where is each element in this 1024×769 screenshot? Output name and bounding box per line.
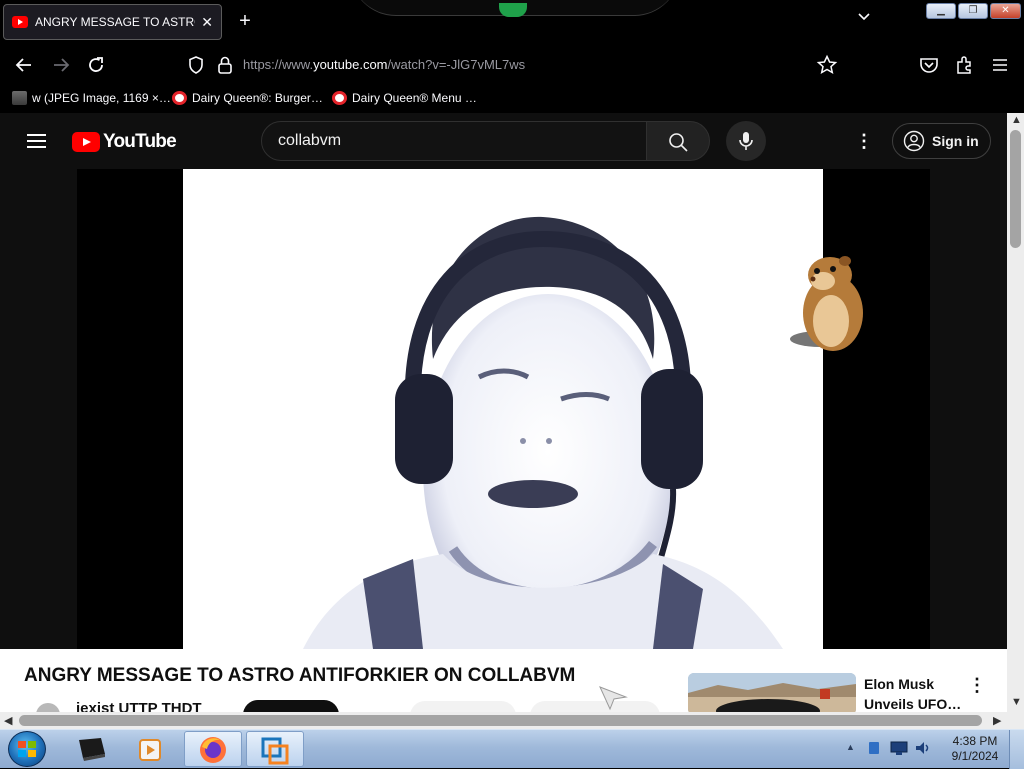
youtube-logo-text: YouTube [103, 131, 177, 152]
search-button[interactable] [646, 121, 710, 161]
lock-icon[interactable] [216, 55, 234, 80]
app-menu-icon[interactable] [990, 54, 1010, 81]
search-icon [669, 133, 688, 152]
clock-time: 4:38 PM [952, 734, 998, 748]
subscribe-button[interactable] [243, 700, 339, 712]
vertical-scroll-thumb[interactable] [1010, 130, 1021, 248]
tray-volume-icon[interactable] [914, 739, 932, 762]
youtube-header: YouTube collabvm ⋮ Sign in [0, 113, 1007, 169]
vmware-icon [261, 737, 289, 765]
scroll-right-icon[interactable]: ▶ [993, 714, 1001, 727]
video-frame [183, 169, 823, 649]
voice-search-button[interactable] [726, 121, 766, 161]
video-title: ANGRY MESSAGE TO ASTRO ANTIFORKIER ON CO… [24, 665, 576, 686]
window-restore-button[interactable]: ❐ [958, 3, 988, 19]
account-icon [903, 130, 925, 152]
url-prefix: https://www. [243, 57, 314, 72]
media-player-icon [139, 739, 161, 761]
recommended-more-icon[interactable]: ⋮ [968, 675, 986, 696]
horizontal-scroll-thumb[interactable] [19, 715, 982, 726]
youtube-page: YouTube collabvm ⋮ Sign in ANGRY MESSAGE… [0, 113, 1007, 712]
windows-logo-icon [18, 741, 36, 757]
channel-avatar[interactable] [36, 703, 60, 712]
share-button[interactable] [530, 701, 660, 712]
youtube-play-icon [72, 132, 100, 152]
hamster-sticker [785, 251, 875, 361]
terminal-icon [79, 738, 105, 761]
reload-icon [89, 57, 103, 72]
window-minimize-button[interactable]: ▁ [926, 3, 956, 19]
arrow-right-icon [54, 58, 70, 72]
microphone-icon [739, 132, 753, 150]
chevron-down-icon [858, 13, 870, 21]
dairy-queen-icon [172, 91, 187, 105]
notch-indicator [499, 3, 527, 17]
bookmark-star-icon[interactable] [816, 54, 838, 81]
bookmark-item[interactable]: w (JPEG Image, 1169 ×… [12, 91, 171, 105]
list-all-tabs-button[interactable] [853, 10, 875, 27]
video-still-image [183, 169, 823, 649]
scroll-up-icon[interactable]: ▲ [1011, 114, 1022, 126]
recommended-video-title[interactable]: Elon Musk Unveils UFO… [864, 674, 964, 712]
browser-tab[interactable]: ANGRY MESSAGE TO ASTRO AN ✕ [3, 4, 222, 40]
youtube-logo[interactable]: YouTube [72, 131, 177, 153]
system-clock[interactable]: 4:38 PM 9/1/2024 [944, 734, 1006, 764]
back-button[interactable] [12, 53, 36, 77]
search-input[interactable]: collabvm [261, 121, 647, 161]
horizontal-scrollbar[interactable]: ◀ ▶ [0, 712, 1024, 729]
show-desktop-button[interactable] [1009, 730, 1024, 769]
bookmark-item[interactable]: Dairy Queen® Menu … [332, 91, 477, 105]
bookmark-label: Dairy Queen® Menu … [352, 91, 477, 105]
url-bar[interactable]: https://www.youtube.com/watch?v=-JlG7vML… [243, 57, 525, 72]
firefox-icon [200, 737, 226, 763]
tracking-protection-icon[interactable] [186, 55, 206, 80]
show-hidden-icons[interactable]: ▲ [846, 742, 855, 752]
sign-in-label: Sign in [932, 133, 979, 149]
pocket-icon[interactable] [918, 54, 940, 81]
channel-name[interactable]: iexist UTTP THDT [76, 700, 202, 712]
more-options-icon[interactable]: ⋮ [853, 129, 875, 153]
arrow-left-icon [15, 58, 31, 72]
taskbar-app-vmware[interactable] [246, 731, 304, 767]
like-dislike-button[interactable] [410, 701, 516, 712]
bookmark-label: Dairy Queen®: Burger… [192, 91, 323, 105]
windows-taskbar: ▲ 4:38 PM 9/1/2024 [0, 729, 1024, 769]
image-icon [12, 91, 27, 105]
video-info-section: ANGRY MESSAGE TO ASTRO ANTIFORKIER ON CO… [0, 649, 1007, 712]
recommended-video-thumbnail[interactable] [688, 673, 856, 712]
url-host: youtube.com [313, 57, 388, 72]
taskbar-app-media-player[interactable] [122, 731, 180, 767]
tab-title: ANGRY MESSAGE TO ASTRO AN [35, 15, 195, 29]
video-player[interactable] [77, 169, 930, 649]
mouse-cursor-icon [598, 685, 628, 712]
tab-bar: ANGRY MESSAGE TO ASTRO AN ✕ + ▁ ❐ ✕ [0, 0, 1024, 44]
window-close-button[interactable]: ✕ [990, 3, 1021, 19]
close-tab-icon[interactable]: ✕ [201, 14, 213, 31]
bookmarks-toolbar: w (JPEG Image, 1169 ×… Dairy Queen®: Bur… [0, 86, 1024, 113]
hamburger-menu-icon[interactable] [27, 134, 46, 148]
tray-phone-icon[interactable] [866, 740, 882, 761]
new-tab-button[interactable]: + [234, 10, 256, 32]
clock-date: 9/1/2024 [951, 749, 999, 763]
dairy-queen-icon [332, 91, 347, 105]
bookmark-label: w (JPEG Image, 1169 ×… [32, 91, 171, 105]
taskbar-app-terminal[interactable] [62, 731, 120, 767]
reload-button[interactable] [84, 53, 108, 77]
scroll-down-icon[interactable]: ▼ [1011, 696, 1022, 708]
bookmark-item[interactable]: Dairy Queen®: Burger… [172, 91, 323, 105]
vertical-scrollbar[interactable]: ▲ ▼ [1007, 113, 1024, 712]
tray-network-icon[interactable] [890, 740, 908, 761]
forward-button[interactable] [49, 53, 73, 77]
extensions-icon[interactable] [954, 54, 976, 81]
taskbar-app-firefox[interactable] [184, 731, 242, 767]
start-button[interactable] [8, 731, 46, 767]
url-path: /watch?v=-JlG7vML7ws [387, 57, 526, 72]
navigation-bar: https://www.youtube.com/watch?v=-JlG7vML… [0, 44, 1024, 86]
youtube-favicon-icon [12, 16, 28, 28]
scroll-left-icon[interactable]: ◀ [4, 714, 12, 727]
sign-in-button[interactable]: Sign in [892, 123, 991, 159]
